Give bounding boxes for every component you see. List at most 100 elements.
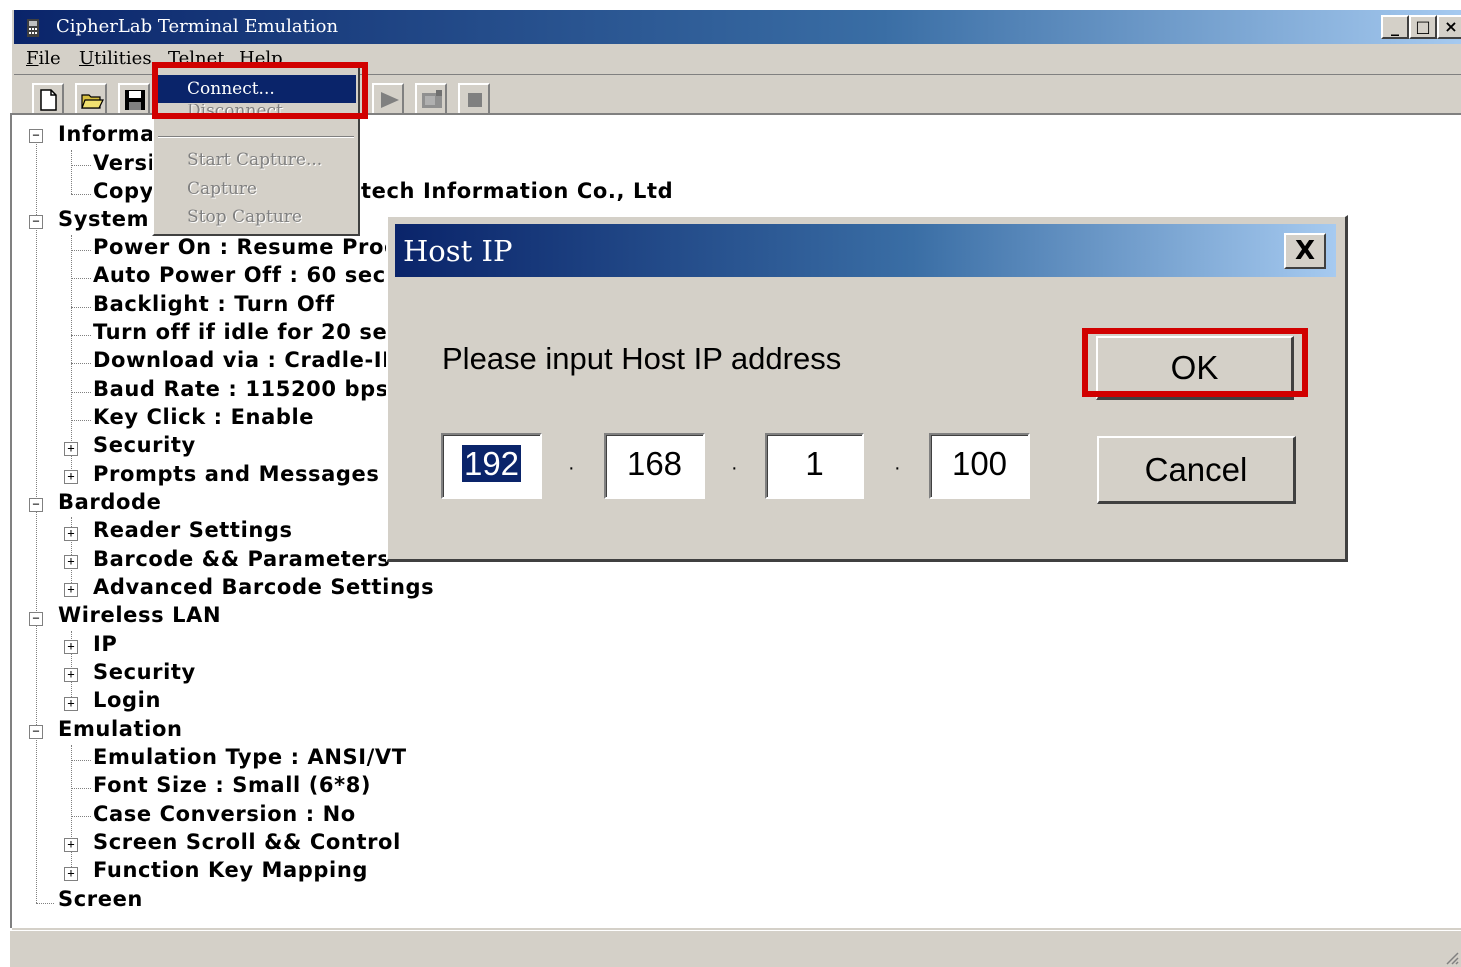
collapse-icon[interactable]: − bbox=[29, 612, 43, 626]
ok-button[interactable]: OK bbox=[1096, 336, 1294, 400]
tree-node-baud-rate[interactable]: Baud Rate : 115200 bps bbox=[93, 377, 389, 401]
ip-octet-1-value: 192 bbox=[461, 445, 522, 482]
menu-utilities[interactable]: Utilities bbox=[79, 48, 152, 69]
tree-node-screen-scroll[interactable]: Screen Scroll && Control bbox=[93, 830, 401, 854]
tree-branch bbox=[71, 420, 91, 421]
tree-branch bbox=[71, 278, 91, 279]
tree-node-advanced-barcode[interactable]: Advanced Barcode Settings bbox=[93, 575, 434, 599]
minimize-button[interactable]: _ bbox=[1381, 15, 1409, 39]
tree-node-system[interactable]: System bbox=[58, 207, 149, 231]
tree-node-barcode-parameters[interactable]: Barcode && Parameters bbox=[93, 547, 390, 571]
collapse-icon[interactable]: − bbox=[29, 498, 43, 512]
ip-separator: · bbox=[731, 457, 738, 479]
tree-branch bbox=[71, 788, 91, 789]
expand-icon[interactable]: + bbox=[64, 867, 78, 881]
host-ip-dialog: Host IP X Please input Host IP address 1… bbox=[386, 215, 1348, 562]
ip-octet-1-input[interactable]: 192 bbox=[441, 433, 542, 499]
tree-branch bbox=[71, 816, 91, 817]
ip-octet-3-input[interactable]: 1 bbox=[765, 433, 864, 499]
expand-icon[interactable]: + bbox=[64, 583, 78, 597]
tree-branch bbox=[71, 165, 91, 166]
tree-node-idle[interactable]: Turn off if idle for 20 secc bbox=[93, 320, 413, 344]
ip-separator: · bbox=[568, 457, 575, 479]
save-icon[interactable] bbox=[118, 83, 150, 115]
app-icon bbox=[27, 19, 39, 37]
tree-node-download[interactable]: Download via : Cradle-IR bbox=[93, 348, 399, 372]
tree-node-reader-settings[interactable]: Reader Settings bbox=[93, 518, 293, 542]
tree-branch bbox=[71, 363, 91, 364]
tree-node-wlan-security[interactable]: Security bbox=[93, 660, 196, 684]
tree-node-version[interactable]: Versi bbox=[93, 151, 155, 175]
tree-branch bbox=[71, 307, 91, 308]
capture-icon[interactable] bbox=[415, 83, 447, 115]
tree-node-ip[interactable]: IP bbox=[93, 632, 117, 656]
maximize-button[interactable]: □ bbox=[1409, 15, 1437, 39]
stop-icon[interactable] bbox=[458, 83, 490, 115]
tree-node-emulation-type[interactable]: Emulation Type : ANSI/VT bbox=[93, 745, 407, 769]
menu-item-start-capture[interactable]: Start Capture... bbox=[156, 146, 356, 174]
window-title: CipherLab Terminal Emulation bbox=[56, 16, 339, 37]
expand-icon[interactable]: + bbox=[64, 640, 78, 654]
status-bar bbox=[10, 930, 1461, 967]
expand-icon[interactable]: + bbox=[64, 470, 78, 484]
expand-icon[interactable]: + bbox=[64, 697, 78, 711]
collapse-icon[interactable]: − bbox=[29, 215, 43, 229]
expand-icon[interactable]: + bbox=[64, 442, 78, 456]
ip-separator: · bbox=[894, 457, 901, 479]
tree-screen-branch bbox=[36, 903, 54, 904]
tree-node-security[interactable]: Security bbox=[93, 433, 196, 457]
menu-utilities-mnemonic: U bbox=[79, 48, 95, 69]
menu-item-stop-capture[interactable]: Stop Capture bbox=[156, 203, 356, 231]
tree-branch bbox=[71, 760, 91, 761]
tree-node-prompts[interactable]: Prompts and Messages bbox=[93, 462, 380, 486]
menu-file-label: ile bbox=[38, 48, 61, 69]
menu-item-disconnect[interactable]: Disconnect bbox=[156, 104, 356, 122]
cancel-button[interactable]: Cancel bbox=[1097, 436, 1296, 504]
open-folder-icon[interactable] bbox=[75, 83, 107, 115]
expand-icon[interactable]: + bbox=[64, 838, 78, 852]
close-window-button[interactable]: × bbox=[1437, 15, 1461, 39]
tree-node-copyright[interactable]: Copy bbox=[93, 179, 154, 203]
tree-node-auto-power-off[interactable]: Auto Power Off : 60 secor bbox=[93, 263, 412, 287]
tree-branch bbox=[71, 392, 91, 393]
tree-node-screen[interactable]: Screen bbox=[58, 887, 143, 911]
tree-node-font-size[interactable]: Font Size : Small (6*8) bbox=[93, 773, 371, 797]
play-icon[interactable] bbox=[372, 83, 404, 115]
dialog-prompt: Please input Host IP address bbox=[442, 341, 842, 376]
tree-node-barcode[interactable]: Bardode bbox=[58, 490, 161, 514]
tree-node-login[interactable]: Login bbox=[93, 688, 161, 712]
new-file-icon[interactable] bbox=[32, 83, 64, 115]
menu-file[interactable]: File bbox=[26, 48, 61, 69]
tree-node-backlight[interactable]: Backlight : Turn Off bbox=[93, 292, 335, 316]
dialog-title-bar[interactable]: Host IP X bbox=[395, 224, 1336, 277]
telnet-menu: Connect... Disconnect Start Capture... C… bbox=[152, 66, 360, 236]
expand-icon[interactable]: + bbox=[64, 668, 78, 682]
tree-branch bbox=[71, 335, 91, 336]
expand-icon[interactable]: + bbox=[64, 555, 78, 569]
collapse-icon[interactable]: − bbox=[29, 129, 43, 143]
resize-grip-icon[interactable] bbox=[1443, 949, 1459, 965]
menu-utilities-label: tilities bbox=[94, 48, 152, 69]
tree-node-wireless-lan[interactable]: Wireless LAN bbox=[58, 603, 221, 627]
ip-octet-4-input[interactable]: 100 bbox=[929, 433, 1030, 499]
menu-item-capture[interactable]: Capture bbox=[156, 175, 356, 203]
expand-icon[interactable]: + bbox=[64, 527, 78, 541]
menu-item-connect[interactable]: Connect... bbox=[156, 75, 356, 103]
tree-node-case-conversion[interactable]: Case Conversion : No bbox=[93, 802, 356, 826]
title-bar[interactable]: CipherLab Terminal Emulation _ □ × bbox=[14, 10, 1461, 44]
collapse-icon[interactable]: − bbox=[29, 725, 43, 739]
tree-node-power-on[interactable]: Power On : Resume Prog bbox=[93, 235, 400, 259]
tree-info-line bbox=[71, 150, 72, 194]
dialog-close-button[interactable]: X bbox=[1284, 233, 1326, 269]
dialog-title: Host IP bbox=[403, 234, 513, 268]
ip-octet-2-input[interactable]: 168 bbox=[604, 433, 705, 499]
tree-node-function-key[interactable]: Function Key Mapping bbox=[93, 858, 368, 882]
menu-separator bbox=[158, 136, 354, 138]
tree-node-copyright-tail: tech Information Co., Ltd bbox=[361, 179, 674, 203]
tree-emulation-line bbox=[71, 745, 72, 875]
tree-branch bbox=[71, 250, 91, 251]
tree-node-emulation[interactable]: Emulation bbox=[58, 717, 183, 741]
menu-file-mnemonic: F bbox=[26, 48, 39, 69]
tree-node-key-click[interactable]: Key Click : Enable bbox=[93, 405, 314, 429]
tree-node-information[interactable]: Informat bbox=[58, 122, 166, 146]
